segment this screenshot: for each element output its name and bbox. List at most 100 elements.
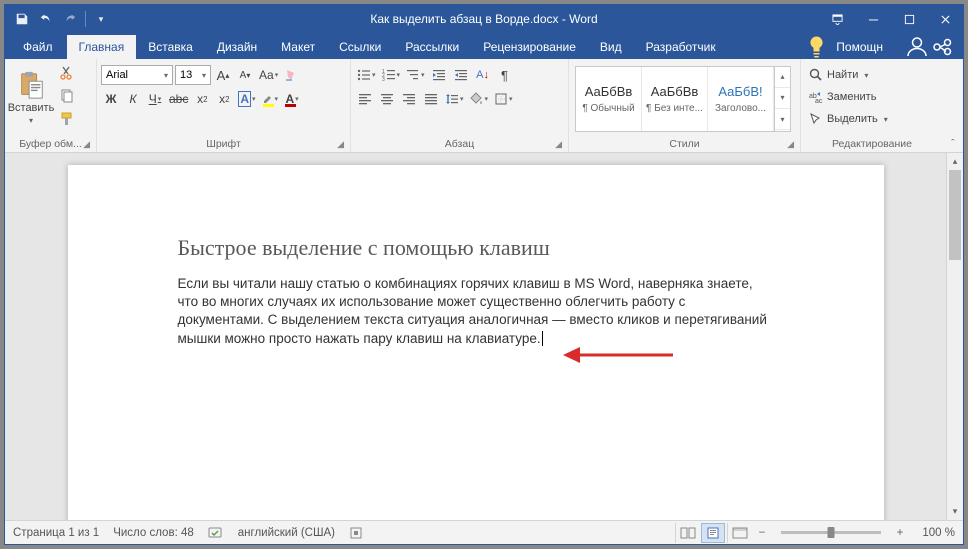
decrease-indent-icon[interactable] [429, 65, 449, 85]
align-right-icon[interactable] [399, 89, 419, 109]
scroll-thumb[interactable] [949, 170, 961, 260]
superscript-icon[interactable]: x2 [214, 89, 234, 109]
copy-icon[interactable] [57, 86, 77, 106]
tab-layout[interactable]: Макет [269, 35, 327, 59]
svg-text:3: 3 [382, 77, 385, 82]
change-case-icon[interactable]: Aa▾ [257, 65, 280, 85]
document-scroll[interactable]: Быстрое выделение с помощью клавиш Если … [5, 153, 946, 520]
styles-more[interactable]: ▴▾▾ [774, 67, 790, 131]
tab-home[interactable]: Главная [67, 35, 137, 59]
grow-font-icon[interactable]: A▴ [213, 65, 233, 85]
scroll-track[interactable] [947, 170, 963, 503]
bullets-icon[interactable]: ▾ [355, 65, 378, 85]
status-language[interactable]: английский (США) [238, 527, 335, 539]
styles-dialog-launcher-icon[interactable]: ◢ [787, 139, 794, 150]
tab-review[interactable]: Рецензирование [471, 35, 588, 59]
tab-references[interactable]: Ссылки [327, 35, 393, 59]
zoom-in-icon[interactable]: + [891, 527, 909, 539]
strikethrough-button[interactable]: abc [167, 89, 190, 109]
text-cursor [542, 331, 543, 346]
numbering-icon[interactable]: 123▾ [380, 65, 403, 85]
style-normal[interactable]: АаБбВв ¶ Обычный [576, 67, 642, 131]
font-name-combo[interactable]: Arial▾ [101, 65, 173, 85]
scroll-down-icon[interactable]: ▾ [947, 503, 963, 520]
status-macro-icon[interactable] [349, 526, 363, 540]
zoom-slider[interactable] [781, 531, 881, 534]
maximize-icon[interactable] [891, 5, 927, 33]
qat-customize-icon[interactable]: ▾ [90, 8, 112, 30]
document-paragraph[interactable]: Если вы читали нашу статью о комбинациях… [178, 275, 774, 348]
group-editing: Найти▾ abacЗаменить Выделить▾ Редактиров… [801, 59, 943, 152]
cut-icon[interactable] [57, 63, 77, 83]
save-icon[interactable] [11, 8, 33, 30]
shrink-font-icon[interactable]: A▾ [235, 65, 255, 85]
tab-view[interactable]: Вид [588, 35, 634, 59]
tab-insert[interactable]: Вставка [136, 35, 205, 59]
multilevel-list-icon[interactable]: ▾ [404, 65, 427, 85]
ribbon-options-icon[interactable] [819, 5, 855, 33]
clear-formatting-icon[interactable] [282, 65, 302, 85]
replace-button[interactable]: abacЗаменить [807, 87, 878, 107]
clipboard-dialog-launcher-icon[interactable]: ◢ [83, 139, 90, 150]
format-painter-icon[interactable] [57, 109, 77, 129]
shading-icon[interactable]: ▾ [468, 89, 491, 109]
vertical-scrollbar[interactable]: ▴ ▾ [946, 153, 963, 520]
tell-me-icon[interactable] [806, 35, 830, 59]
style-no-spacing[interactable]: АаБбВв ¶ Без инте... [642, 67, 708, 131]
view-web-icon[interactable] [727, 523, 751, 543]
document-heading[interactable]: Быстрое выделение с помощью клавиш [178, 235, 774, 261]
zoom-out-icon[interactable]: − [753, 527, 771, 539]
view-read-icon[interactable] [675, 523, 699, 543]
align-center-icon[interactable] [377, 89, 397, 109]
minimize-icon[interactable] [855, 5, 891, 33]
annotation-arrow-icon [558, 343, 678, 367]
increase-indent-icon[interactable] [451, 65, 471, 85]
font-dialog-launcher-icon[interactable]: ◢ [337, 139, 344, 150]
redo-icon[interactable] [59, 8, 81, 30]
highlight-color-icon[interactable]: ▾ [260, 89, 281, 109]
collapse-ribbon-icon[interactable]: ˆ [943, 59, 963, 152]
borders-icon[interactable]: ▾ [492, 89, 515, 109]
tab-file[interactable]: Файл [9, 35, 67, 59]
style-heading1[interactable]: АаБбВ! Заголово... [708, 67, 774, 131]
status-words[interactable]: Число слов: 48 [113, 527, 194, 539]
tell-me-label[interactable]: Помощн [836, 40, 883, 54]
status-bar: Страница 1 из 1 Число слов: 48 английски… [5, 520, 963, 544]
tab-mailings[interactable]: Рассылки [393, 35, 471, 59]
underline-button[interactable]: Ч▾ [145, 89, 165, 109]
italic-button[interactable]: К [123, 89, 143, 109]
bold-button[interactable]: Ж [101, 89, 121, 109]
status-proofing-icon[interactable] [208, 526, 224, 540]
text-effects-icon[interactable]: A▾ [236, 89, 257, 109]
line-spacing-icon[interactable]: ▾ [443, 89, 466, 109]
justify-icon[interactable] [421, 89, 441, 109]
status-page[interactable]: Страница 1 из 1 [13, 527, 99, 539]
share-icon[interactable] [931, 35, 955, 59]
group-font: Arial▾ 13▾ A▴ A▾ Aa▾ Ж К Ч▾ abc x2 x2 A▾… [97, 59, 351, 152]
paragraph-group-label: Абзац [445, 138, 474, 150]
font-size-combo[interactable]: 13▾ [175, 65, 211, 85]
undo-icon[interactable] [35, 8, 57, 30]
subscript-icon[interactable]: x2 [192, 89, 212, 109]
tab-developer[interactable]: Разработчик [634, 35, 728, 59]
close-icon[interactable] [927, 5, 963, 33]
align-left-icon[interactable] [355, 89, 375, 109]
page[interactable]: Быстрое выделение с помощью клавиш Если … [68, 165, 884, 520]
select-button[interactable]: Выделить▾ [807, 109, 890, 129]
quick-access-toolbar: ▾ [5, 8, 118, 30]
font-group-label: Шрифт [206, 138, 241, 150]
styles-group-label: Стили [669, 138, 699, 150]
tab-design[interactable]: Дизайн [205, 35, 269, 59]
account-icon[interactable] [905, 35, 929, 59]
styles-gallery: АаБбВв ¶ Обычный АаБбВв ¶ Без инте... Аа… [575, 66, 791, 132]
paragraph-dialog-launcher-icon[interactable]: ◢ [555, 139, 562, 150]
show-marks-icon[interactable]: ¶ [495, 65, 515, 85]
paste-label: Вставить [8, 102, 55, 114]
zoom-level[interactable]: 100 % [911, 527, 955, 539]
find-button[interactable]: Найти▾ [807, 65, 870, 85]
paste-button[interactable]: Вставить ▾ [9, 63, 53, 131]
font-color-icon[interactable]: A▾ [282, 89, 302, 109]
scroll-up-icon[interactable]: ▴ [947, 153, 963, 170]
view-print-icon[interactable] [701, 523, 725, 543]
sort-icon[interactable]: A↓ [473, 65, 493, 85]
